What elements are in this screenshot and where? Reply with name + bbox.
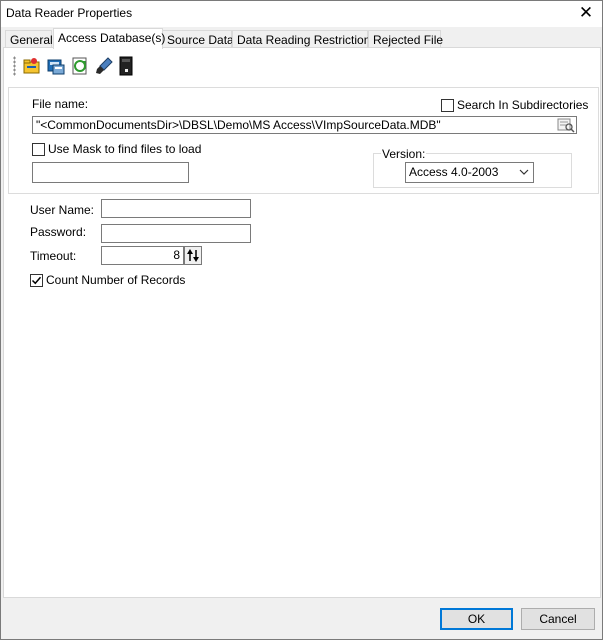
tab-data-reading-restrictions[interactable]: Data Reading Restrictions (232, 30, 376, 48)
timeout-value: 8 (173, 248, 180, 262)
tab-general[interactable]: General (5, 30, 53, 48)
refresh-icon[interactable] (70, 56, 90, 76)
database-icon[interactable] (46, 56, 66, 76)
password-label: Password: (30, 225, 87, 239)
checkmark-icon (31, 276, 42, 285)
spin-arrows-icon (187, 249, 199, 262)
open-folder-icon[interactable] (22, 56, 42, 76)
mask-input[interactable] (32, 162, 189, 183)
file-name-value: "<CommonDocumentsDir>\DBSL\Demo\MS Acces… (36, 118, 441, 132)
count-records-label: Count Number of Records (46, 273, 186, 287)
window-title: Data Reader Properties (6, 6, 133, 20)
version-label: Version: (381, 147, 427, 161)
tab-strip: General Access Database(s) Source Data D… (3, 28, 601, 49)
user-name-label: User Name: (30, 203, 95, 217)
tab-rejected-file[interactable]: Rejected File (368, 30, 443, 48)
timeout-label: Timeout: (30, 249, 77, 263)
search-subdirectories-checkbox[interactable] (441, 99, 454, 112)
tab-panel-access-databases: File name: Search In Subdirectories "<Co… (3, 47, 601, 598)
browse-icon[interactable] (557, 117, 575, 133)
password-input[interactable] (101, 224, 251, 243)
dialog-window: Data Reader Properties ✕ General Access … (0, 0, 603, 640)
close-icon[interactable]: ✕ (576, 4, 596, 24)
file-name-label: File name: (32, 97, 89, 111)
timeout-input[interactable]: 8 (101, 246, 184, 265)
version-select[interactable]: Access 4.0-2003 (405, 162, 534, 183)
version-groupbox: Version: Access 4.0-2003 (373, 147, 572, 188)
chevron-down-icon (519, 166, 529, 180)
search-subdirectories-label: Search In Subdirectories (457, 98, 589, 112)
tab-source-data[interactable]: Source Data (162, 30, 234, 48)
cancel-button[interactable]: Cancel (521, 608, 595, 630)
count-records-checkbox[interactable] (30, 274, 43, 287)
use-mask-label: Use Mask to find files to load (48, 142, 202, 156)
use-mask-checkbox[interactable] (32, 143, 45, 156)
title-bar: Data Reader Properties ✕ (1, 1, 602, 27)
tab-access-databases[interactable]: Access Database(s) (53, 28, 165, 49)
brush-icon[interactable] (94, 56, 114, 76)
user-name-input[interactable] (101, 199, 251, 218)
ok-button[interactable]: OK (440, 608, 513, 630)
timeout-spin-button[interactable] (184, 246, 202, 265)
file-name-input[interactable]: "<CommonDocumentsDir>\DBSL\Demo\MS Acces… (32, 116, 577, 134)
toolbar-grip[interactable] (13, 56, 16, 76)
version-selected: Access 4.0-2003 (409, 165, 499, 179)
file-dark-icon[interactable] (116, 56, 136, 76)
